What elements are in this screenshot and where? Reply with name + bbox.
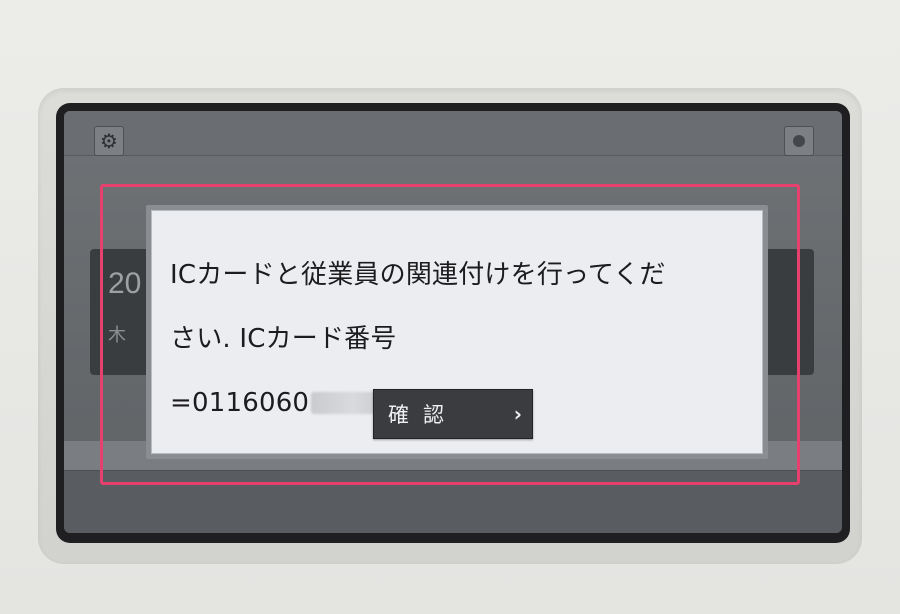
photo-scene: ⚙ 20 木 ICカードと従業員の関連付けを行ってくだ さい. ICカード番号 …	[0, 0, 900, 614]
power-icon-dot	[793, 135, 805, 147]
app-top-bar: ⚙	[64, 111, 842, 156]
date-weekday: 木	[108, 325, 126, 346]
message-line-2: さい. ICカード番号	[170, 324, 397, 354]
power-icon[interactable]	[784, 126, 814, 156]
dialog-body: ICカードと従業員の関連付けを行ってくだ さい. ICカード番号 =011606…	[151, 210, 763, 454]
date-year: 20	[108, 267, 142, 300]
device-screen: ⚙ 20 木 ICカードと従業員の関連付けを行ってくだ さい. ICカード番号 …	[56, 103, 850, 543]
chevron-right-icon: ›	[513, 402, 522, 426]
message-dialog: ICカードと従業員の関連付けを行ってくだ さい. ICカード番号 =011606…	[146, 205, 768, 459]
message-line-1: ICカードと従業員の関連付けを行ってくだ	[170, 260, 666, 290]
card-number: =0116060	[170, 388, 310, 418]
confirm-label: 確認	[388, 403, 458, 427]
app-bottom-bar	[64, 470, 842, 533]
confirm-button[interactable]: 確認 ›	[373, 389, 533, 439]
gear-icon[interactable]: ⚙	[94, 126, 124, 156]
